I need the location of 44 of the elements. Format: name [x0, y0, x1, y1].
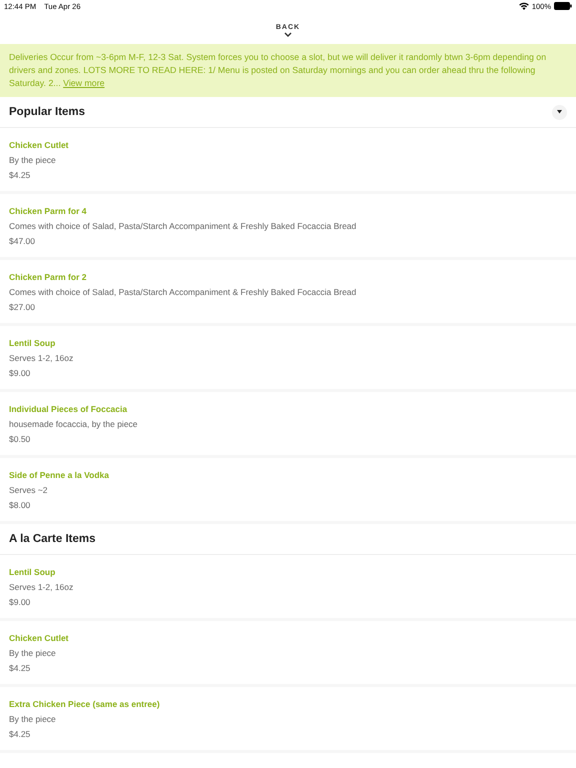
item-description: Comes with choice of Salad, Pasta/Starch Accompaniment & Freshly Baked Focaccia Bread — [9, 287, 358, 298]
section-title: Popular Items — [9, 106, 86, 118]
item-price: $47.00 — [9, 236, 36, 247]
item-name: Lentil Soup — [9, 338, 56, 349]
menu-item[interactable]: Chicken Cutlet By the piece $4.25 — [0, 128, 576, 194]
item-name: Chicken Parm for 2 — [9, 272, 88, 283]
item-name: Side of Penne a la Vodka — [9, 470, 110, 481]
item-price: $9.00 — [9, 597, 32, 608]
item-description: housemade focaccia, by the piece — [9, 419, 139, 430]
menu-item[interactable]: Lentil Soup Serves 1-2, 16oz $9.00 — [0, 326, 576, 392]
section-title: A la Carte Items — [9, 533, 96, 545]
menu-item[interactable]: Chicken Parm for 2 Comes with choice of Salad, Pasta/Starch Accompaniment & Freshly Baked Focaccia Bread $27.00 — [0, 260, 576, 326]
item-name: Extra Chicken Piece (same as entree) — [9, 699, 161, 710]
item-price: $9.00 — [9, 368, 32, 379]
menu-item[interactable]: Lentil Soup Serves 1-2, 16oz $9.00 — [0, 555, 576, 621]
item-name: Lentil Soup — [9, 567, 56, 578]
item-price: $0.50 — [9, 434, 32, 445]
menu-item[interactable]: Individual Pieces of Foccacia housemade focaccia, by the piece $0.50 — [0, 392, 576, 458]
item-price: $8.00 — [9, 500, 32, 511]
dropdown-toggle[interactable] — [552, 104, 567, 120]
menu-item[interactable]: Chicken Cutlet By the piece $4.25 — [0, 621, 576, 687]
notice-text: Deliveries Occur from ~3-6pm M-F, 12-3 Sat. System forces you to choose a slot, but we will deliver it randomly btwn 3-6pm depending on drivers and zones. LOTS MORE TO READ HERE: 1/ Menu is posted on Saturday mornings and you can order ahead thru the following Saturday. 2... View more — [9, 51, 548, 90]
item-name: Chicken Parm for 4 — [9, 206, 88, 217]
item-description: Serves ~2 — [9, 485, 49, 496]
item-description: By the piece — [9, 648, 57, 659]
menu-item[interactable]: Extra Chicken Piece (same as entree) By the piece $4.25 — [0, 687, 576, 753]
item-description: Serves 1-2, 16oz — [9, 582, 74, 593]
item-name: Individual Pieces of Foccacia — [9, 404, 128, 415]
item-name: Chicken Cutlet — [9, 633, 70, 644]
wifi-icon — [518, 2, 529, 10]
item-description: By the piece — [9, 714, 57, 725]
menu-item[interactable]: Side of Penne a la Vodka Serves ~2 $8.00 — [0, 458, 576, 524]
item-price: $4.25 — [9, 663, 32, 674]
item-description: Comes with choice of Salad, Pasta/Starch Accompaniment & Freshly Baked Focaccia Bread — [9, 221, 358, 232]
battery-icon — [554, 2, 572, 10]
item-price: $27.00 — [9, 302, 36, 313]
chevron-down-icon — [284, 32, 292, 37]
item-description: Serves 1-2, 16oz — [9, 353, 74, 364]
caret-down-icon — [557, 110, 562, 114]
item-description: By the piece — [9, 155, 57, 166]
item-price: $4.25 — [9, 729, 32, 740]
menu-item[interactable]: Chicken Parm for 4 Comes with choice of Salad, Pasta/Starch Accompaniment & Freshly Baked Focaccia Bread $47.00 — [0, 194, 576, 260]
item-name: Chicken Cutlet — [9, 140, 70, 151]
item-price: $4.25 — [9, 170, 32, 181]
